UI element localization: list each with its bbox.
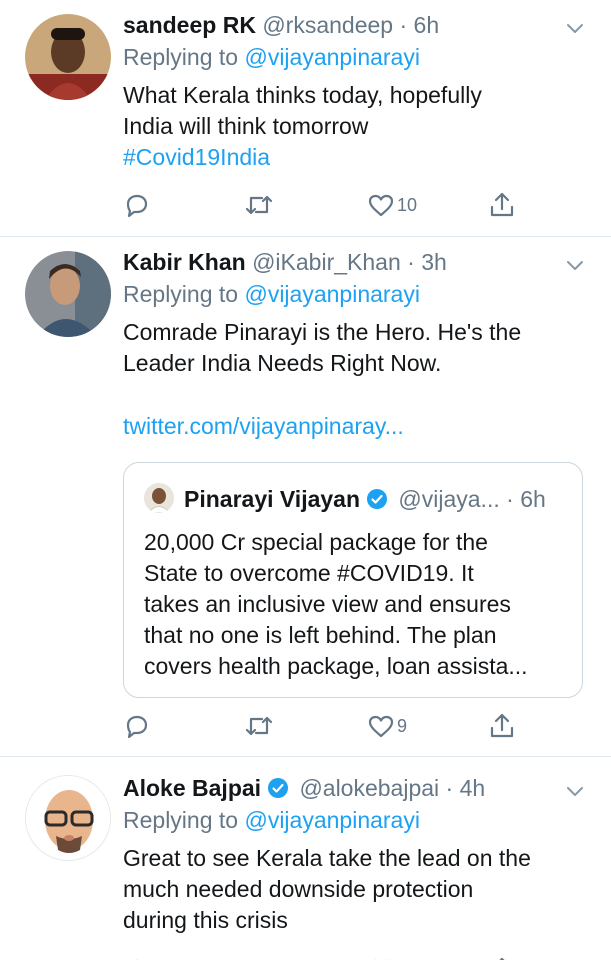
tweet-actions: 10: [123, 190, 523, 220]
retweet-button[interactable]: [244, 955, 274, 960]
timestamp[interactable]: 4h: [460, 775, 486, 801]
like-count: 9: [397, 715, 408, 736]
tweet[interactable]: Kabir Khan @iKabir_Khan · 3h Replying to…: [0, 237, 611, 756]
chevron-down-icon[interactable]: [565, 255, 585, 275]
tweet[interactable]: sandeep RK @rksandeep · 6h Replying to @…: [0, 0, 611, 236]
like-icon: [368, 194, 394, 217]
share-button[interactable]: [488, 955, 516, 960]
replying-to: Replying to @vijayanpinarayi: [123, 805, 591, 835]
like-button[interactable]: 10: [367, 190, 417, 220]
replying-to: Replying to @vijayanpinarayi: [123, 42, 591, 72]
quoted-user-name[interactable]: Pinarayi Vijayan: [184, 486, 360, 512]
avatar[interactable]: [25, 251, 111, 337]
quoted-header: Pinarayi Vijayan @vijaya... · 6h: [184, 483, 546, 515]
like-icon: [374, 959, 388, 960]
tweet-link[interactable]: twitter.com/vijayanpinaray...: [123, 411, 591, 442]
hashtag-link[interactable]: #Covid19India: [123, 142, 591, 173]
tweet-header: sandeep RK @rksandeep · 6h: [123, 10, 591, 40]
user-name[interactable]: sandeep RK: [123, 12, 256, 38]
tweet-text: Comrade Pinarayi is the Hero. He's the L…: [123, 319, 522, 376]
timestamp[interactable]: 6h: [414, 12, 440, 38]
replying-to: Replying to @vijayanpinarayi: [123, 279, 591, 309]
like-count: 10: [397, 194, 418, 215]
quoted-timestamp: 6h: [520, 486, 546, 512]
quoted-user-handle[interactable]: @vijaya...: [398, 486, 499, 512]
tweet-actions: [123, 955, 523, 960]
quoted-tweet[interactable]: Pinarayi Vijayan @vijaya... · 6h 20,000 …: [123, 462, 583, 698]
mention-link[interactable]: @vijayanpinarayi: [244, 281, 420, 307]
share-icon: [499, 957, 505, 960]
separator: ·: [439, 775, 460, 801]
share-icon: [490, 713, 514, 738]
reply-button[interactable]: [123, 955, 151, 960]
tweet-header: Kabir Khan @iKabir_Khan · 3h: [123, 247, 591, 277]
user-handle[interactable]: @alokebajpai: [299, 775, 439, 801]
user-name[interactable]: Aloke Bajpai: [123, 775, 261, 801]
chevron-down-icon[interactable]: [565, 781, 585, 801]
reply-icon: [126, 194, 148, 218]
quoted-avatar[interactable]: [144, 483, 174, 513]
quoted-text: 20,000 Cr special package for the State …: [144, 529, 528, 679]
tweet-text: Great to see Kerala take the lead on the…: [123, 845, 531, 933]
replying-to-label: Replying to: [123, 281, 245, 307]
retweet-icon: [245, 716, 273, 736]
mention-link[interactable]: @vijayanpinarayi: [244, 807, 420, 833]
like-button[interactable]: [367, 955, 395, 960]
separator: ·: [393, 12, 414, 38]
avatar[interactable]: [25, 14, 111, 100]
replying-to-label: Replying to: [123, 807, 245, 833]
separator: ·: [400, 249, 422, 275]
reply-icon: [135, 959, 139, 960]
reply-button[interactable]: [123, 190, 151, 220]
user-name[interactable]: Kabir Khan: [123, 249, 246, 275]
verified-icon: [268, 778, 289, 798]
share-icon: [490, 192, 514, 217]
tweet[interactable]: Aloke Bajpai @alokebajpai · 4h Replying …: [0, 757, 611, 960]
share-button[interactable]: [488, 190, 516, 220]
mention-link[interactable]: @vijayanpinarayi: [244, 44, 420, 70]
user-handle[interactable]: @rksandeep: [262, 12, 393, 38]
share-button[interactable]: [488, 711, 516, 741]
like-icon: [368, 715, 394, 738]
user-handle[interactable]: @iKabir_Khan: [252, 249, 401, 275]
retweet-button[interactable]: [244, 711, 274, 741]
like-button[interactable]: 9: [367, 711, 407, 741]
retweet-icon: [244, 956, 274, 960]
separator: ·: [506, 486, 521, 512]
replying-to-label: Replying to: [123, 44, 245, 70]
reply-button[interactable]: [123, 711, 151, 741]
tweet-header: Aloke Bajpai @alokebajpai · 4h: [123, 773, 591, 803]
tweet-text: What Kerala thinks today, hopefully Indi…: [123, 82, 482, 139]
retweet-icon: [245, 195, 273, 215]
timestamp[interactable]: 3h: [421, 249, 447, 275]
reply-icon: [126, 715, 148, 739]
avatar[interactable]: [25, 775, 111, 861]
retweet-button[interactable]: [244, 190, 274, 220]
chevron-down-icon[interactable]: [565, 18, 585, 38]
tweet-actions: 9: [123, 711, 523, 741]
verified-icon: [367, 489, 388, 509]
